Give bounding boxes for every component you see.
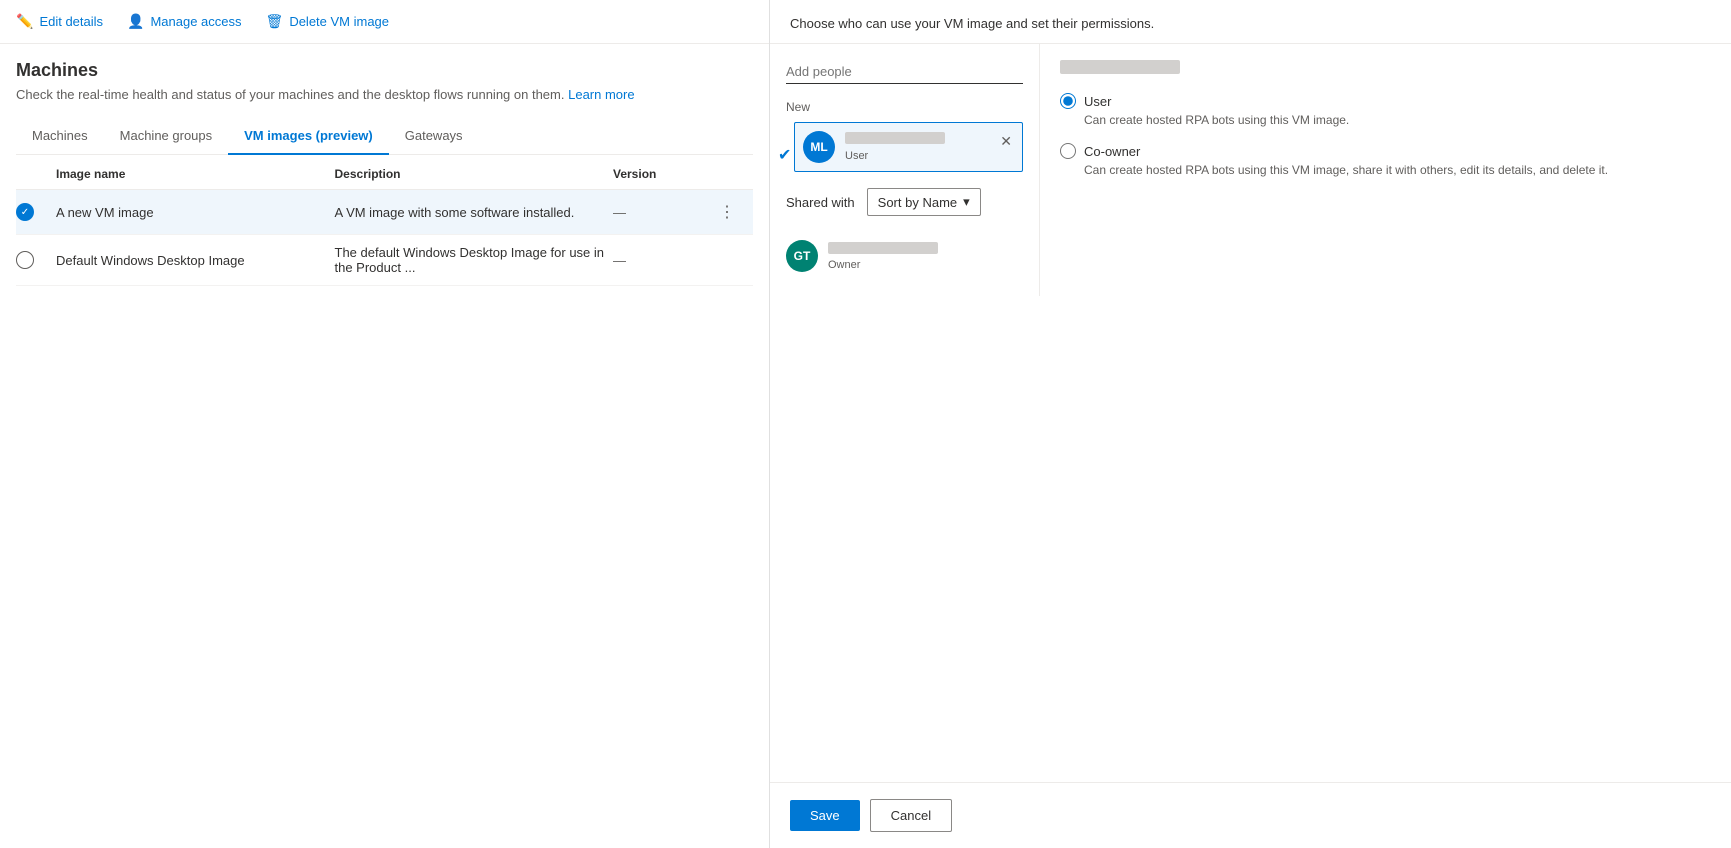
right-panel: Choose who can use your VM image and set… <box>770 0 1731 848</box>
tab-gateways[interactable]: Gateways <box>389 118 479 155</box>
table-row[interactable]: ✓ A new VM image A VM image with some so… <box>16 190 753 235</box>
panel-footer: Save Cancel <box>770 782 1731 848</box>
sort-dropdown[interactable]: Sort by Name ▾ <box>867 188 981 216</box>
manage-access-button[interactable]: 👤 Manage access <box>127 9 242 34</box>
learn-more-link[interactable]: Learn more <box>568 87 634 102</box>
person-row-ml[interactable]: ML User ✕ <box>794 122 1023 172</box>
manage-access-icon: 👤 <box>127 13 144 30</box>
person-name-ml <box>845 132 945 144</box>
coowner-radio-label[interactable]: Co-owner <box>1084 144 1140 159</box>
page-header: Machines Check the real-time health and … <box>0 44 769 155</box>
avatar-gt: GT <box>786 240 818 272</box>
page-title: Machines <box>16 60 753 81</box>
panel-people-list: New ✔ ML User ✕ Shared with <box>770 44 1040 296</box>
row-check <box>16 251 56 269</box>
left-panel: ✏️ Edit details 👤 Manage access 🗑 Delete… <box>0 0 770 848</box>
chevron-down-icon: ▾ <box>963 194 970 210</box>
person-name-gt <box>828 242 938 254</box>
user-radio-label[interactable]: User <box>1084 94 1111 109</box>
col-actions <box>713 167 753 181</box>
table-row[interactable]: Default Windows Desktop Image The defaul… <box>16 235 753 286</box>
row-check: ✓ <box>16 203 56 221</box>
row-description: A VM image with some software installed. <box>335 205 614 220</box>
row-image-name: Default Windows Desktop Image <box>56 253 335 268</box>
table-header: Image name Description Version <box>16 155 753 190</box>
person-info-ml: User <box>845 132 1014 162</box>
col-image-name: Image name <box>56 167 335 181</box>
add-people-input[interactable] <box>786 60 1023 84</box>
permission-user-option: User Can create hosted RPA bots using th… <box>1060 93 1711 127</box>
delete-icon: 🗑 <box>266 13 284 30</box>
right-panel-content: Choose who can use your VM image and set… <box>770 0 1731 782</box>
coowner-radio-description: Can create hosted RPA bots using this VM… <box>1084 163 1711 177</box>
row-version: — <box>613 253 713 268</box>
col-description: Description <box>335 167 614 181</box>
page-subtitle: Check the real-time health and status of… <box>16 87 753 102</box>
tab-machine-groups[interactable]: Machine groups <box>104 118 229 155</box>
user-radio-input[interactable] <box>1060 93 1076 109</box>
tab-vm-images[interactable]: VM images (preview) <box>228 118 389 155</box>
person-role-gt: Owner <box>828 259 1023 271</box>
more-options-button[interactable]: ⋮ <box>713 200 741 224</box>
panel-body: New ✔ ML User ✕ Shared with <box>770 44 1731 296</box>
delete-vm-image-button[interactable]: 🗑 Delete VM image <box>266 9 390 34</box>
save-button[interactable]: Save <box>790 800 860 831</box>
remove-person-button[interactable]: ✕ <box>998 131 1014 152</box>
shared-with-row: Shared with Sort by Name ▾ <box>786 188 1023 216</box>
shared-with-label: Shared with <box>786 195 855 210</box>
person-row-gt[interactable]: GT Owner <box>786 232 1023 280</box>
panel-permissions: User Can create hosted RPA bots using th… <box>1040 44 1731 296</box>
new-label: New <box>786 100 1023 114</box>
permission-coowner-option: Co-owner Can create hosted RPA bots usin… <box>1060 143 1711 177</box>
row-image-name: A new VM image <box>56 205 335 220</box>
table-container: Image name Description Version ✓ A new V… <box>0 155 769 848</box>
permission-title <box>1060 60 1180 74</box>
toolbar: ✏️ Edit details 👤 Manage access 🗑 Delete… <box>0 0 769 44</box>
tab-machines[interactable]: Machines <box>32 118 104 155</box>
edit-icon: ✏️ <box>16 13 33 30</box>
tabs-container: Machines Machine groups VM images (previ… <box>16 118 753 155</box>
person-role-ml: User <box>845 150 1014 162</box>
row-more[interactable]: ⋮ <box>713 200 753 224</box>
sort-label: Sort by Name <box>878 195 957 210</box>
col-version: Version <box>613 167 713 181</box>
person-info-gt: Owner <box>828 242 1023 271</box>
row-version: — <box>613 205 713 220</box>
unselected-check-icon <box>16 251 34 269</box>
avatar-ml: ML <box>803 131 835 163</box>
coowner-radio-input[interactable] <box>1060 143 1076 159</box>
selected-check-icon: ✓ <box>16 203 34 221</box>
col-check <box>16 167 56 181</box>
cancel-button[interactable]: Cancel <box>870 799 952 832</box>
user-radio-description: Can create hosted RPA bots using this VM… <box>1084 113 1711 127</box>
panel-intro: Choose who can use your VM image and set… <box>770 0 1731 44</box>
selected-checkmark-icon: ✔ <box>778 145 791 165</box>
row-description: The default Windows Desktop Image for us… <box>335 245 614 275</box>
edit-details-button[interactable]: ✏️ Edit details <box>16 9 103 34</box>
selected-person-wrapper: ✔ ML User ✕ <box>786 122 1023 188</box>
